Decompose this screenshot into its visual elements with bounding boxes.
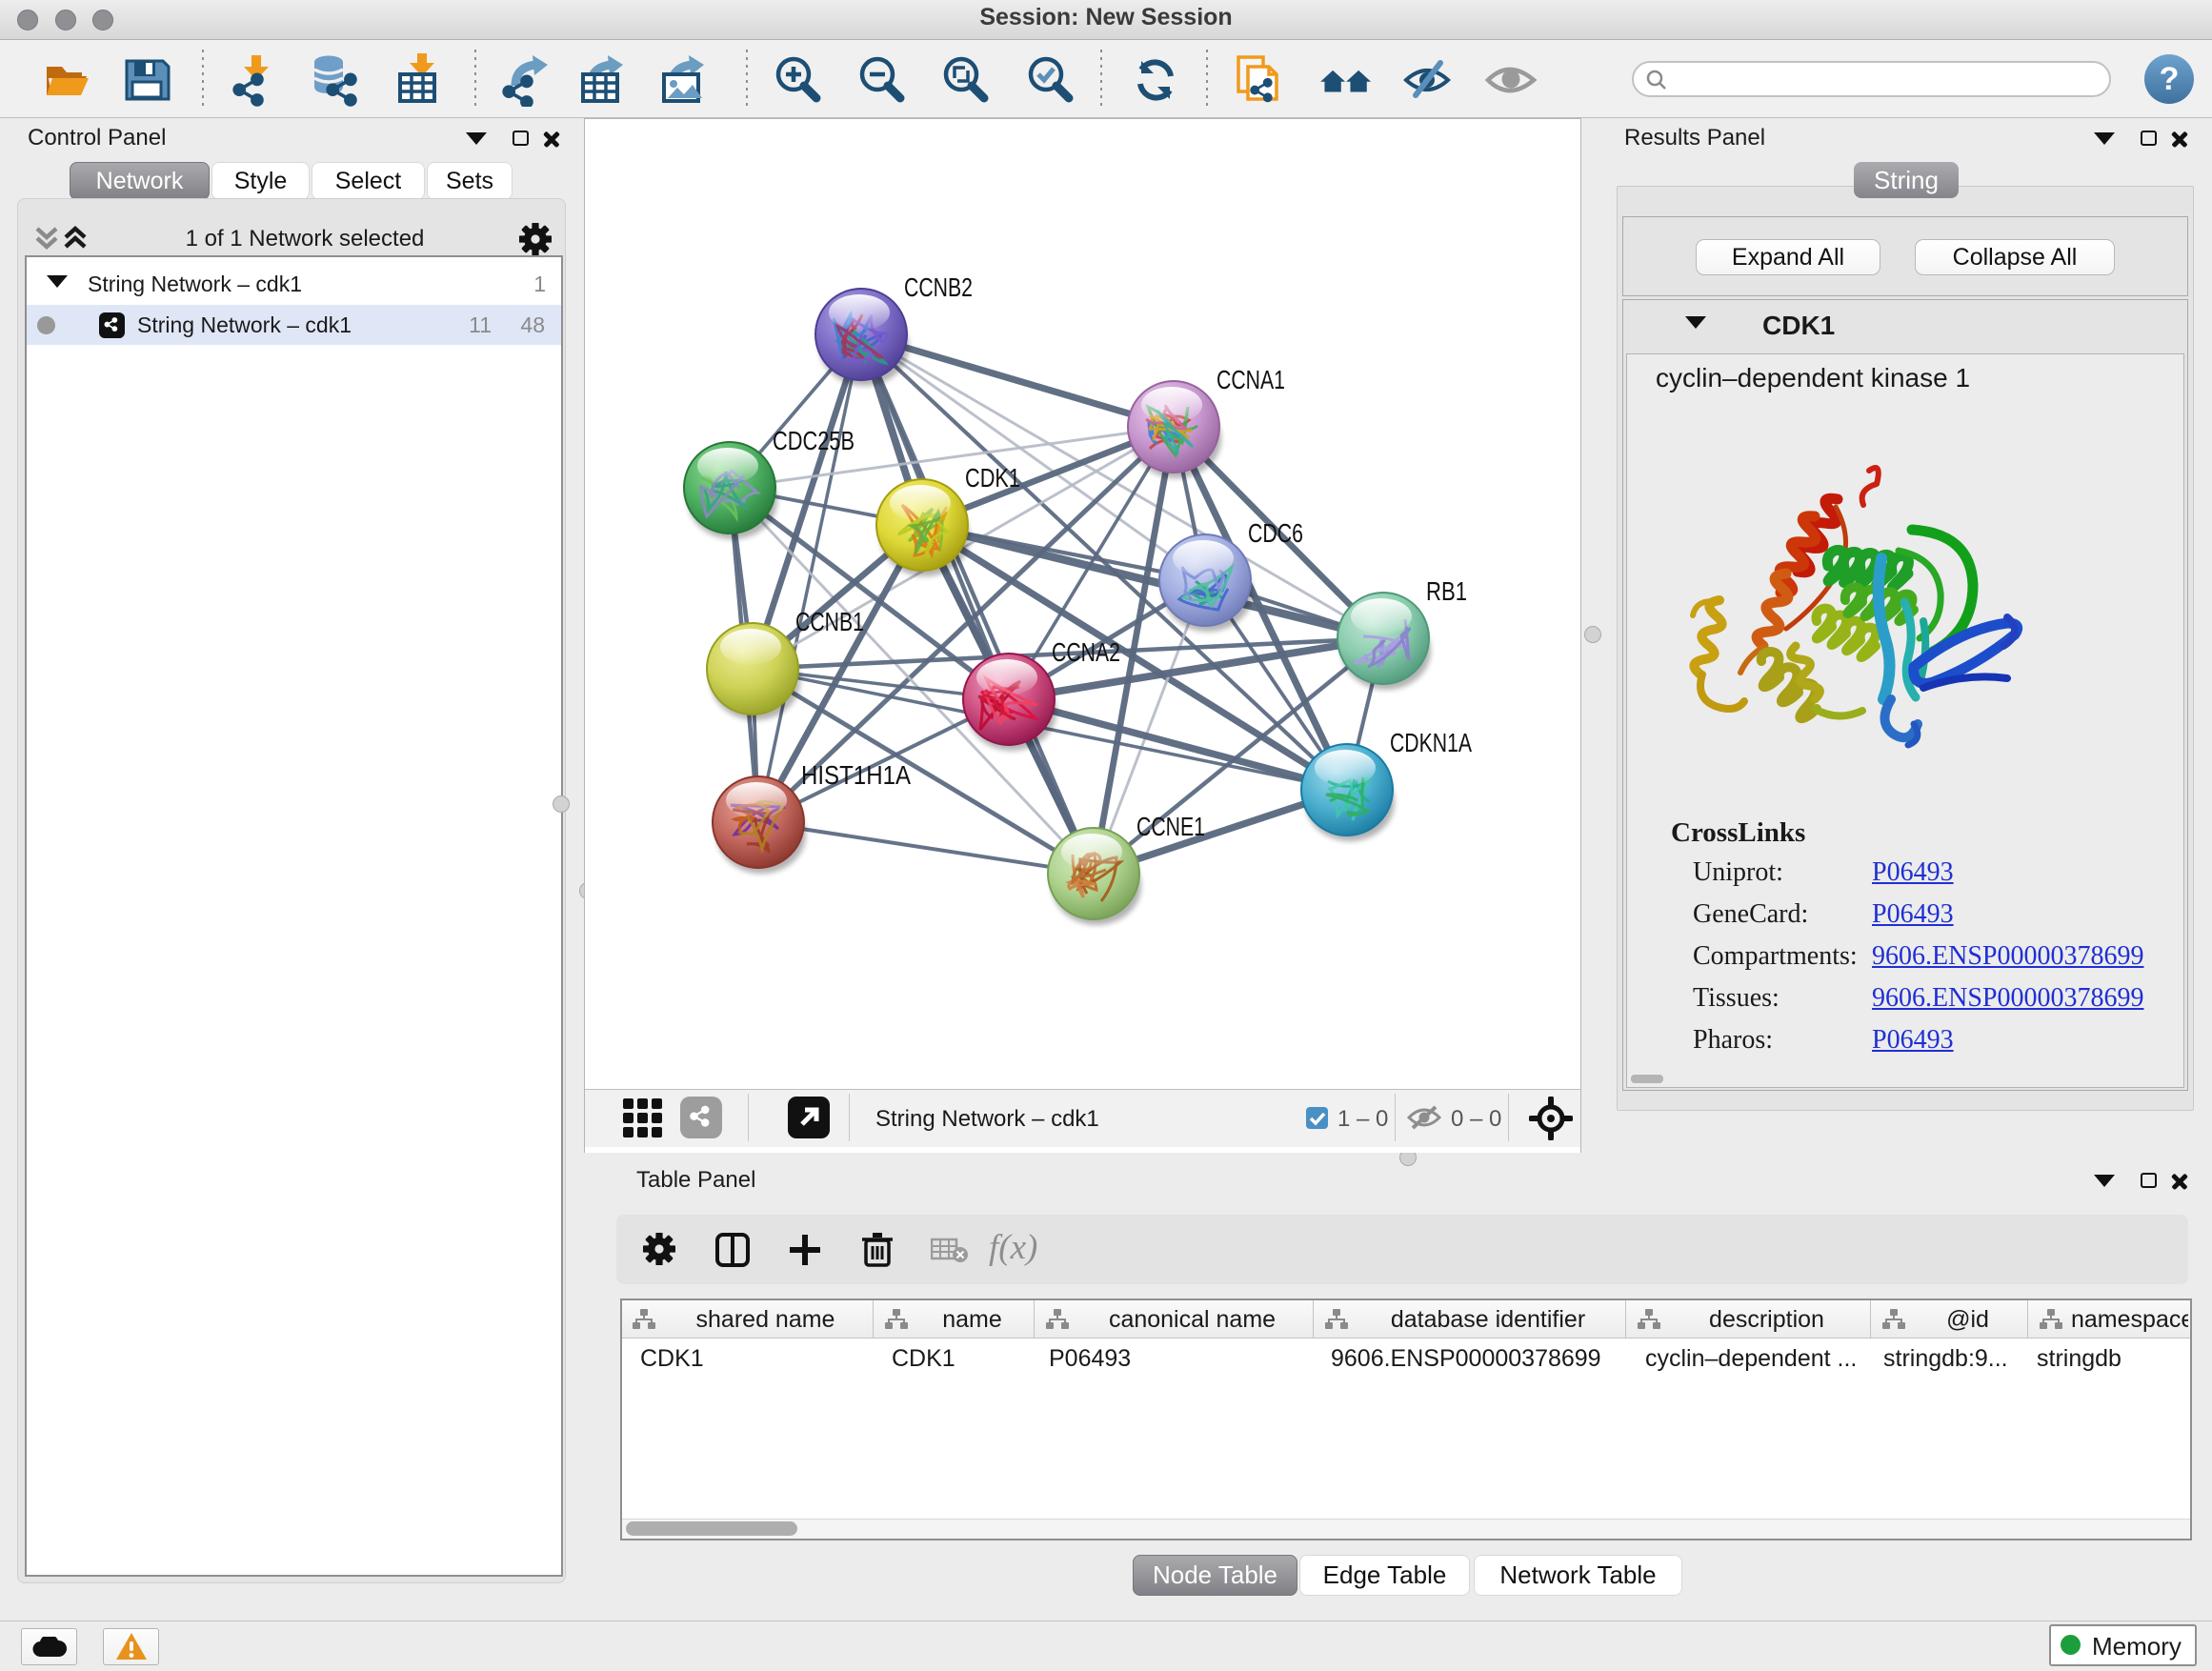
- svg-text:RB1: RB1: [1426, 576, 1467, 606]
- svg-text:HIST1H1A: HIST1H1A: [801, 760, 911, 790]
- svg-text:CDC6: CDC6: [1248, 518, 1303, 548]
- svg-text:CCNA1: CCNA1: [1217, 365, 1285, 394]
- svg-text:CCNA2: CCNA2: [1052, 637, 1120, 667]
- svg-text:CCNB1: CCNB1: [795, 607, 864, 636]
- svg-text:CDKN1A: CDKN1A: [1390, 728, 1472, 757]
- svg-text:CDK1: CDK1: [965, 463, 1020, 493]
- svg-text:CCNB2: CCNB2: [904, 272, 973, 302]
- svg-text:CCNE1: CCNE1: [1136, 812, 1205, 841]
- svg-text:CDC25B: CDC25B: [773, 426, 855, 455]
